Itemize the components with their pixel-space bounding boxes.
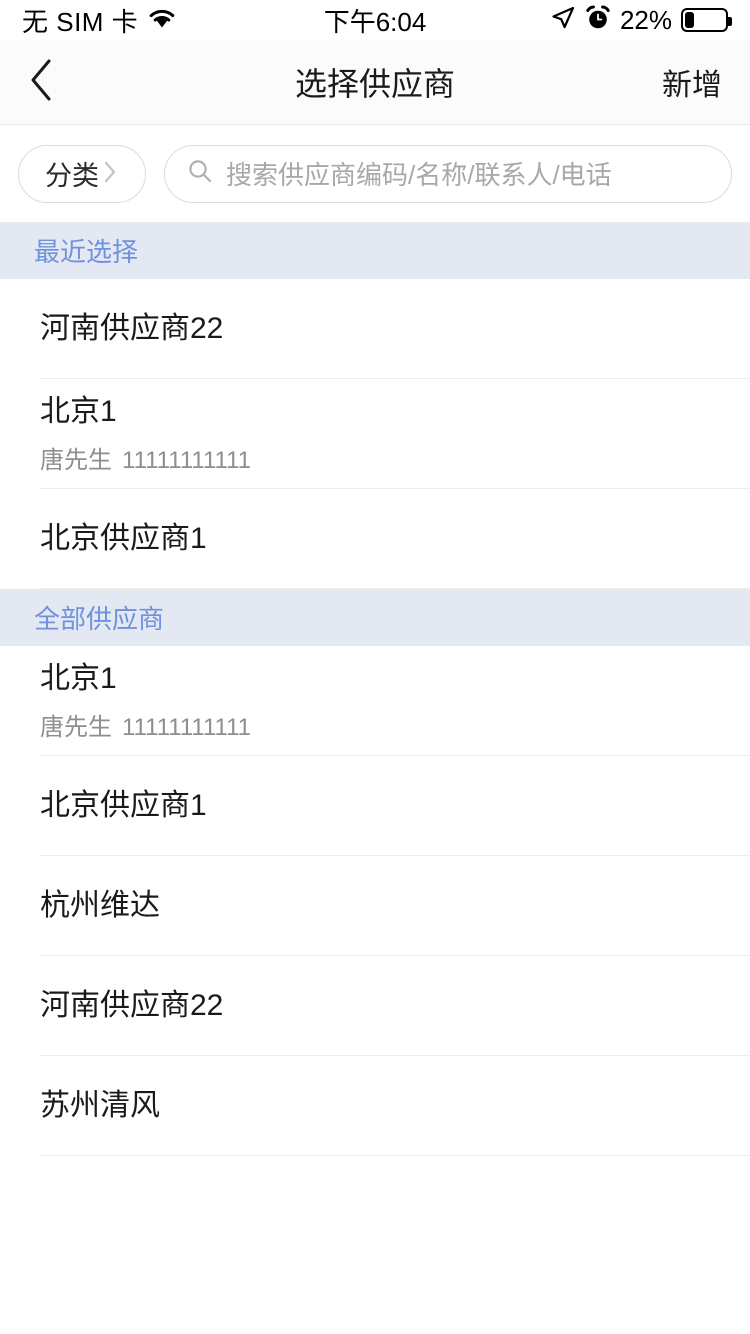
row-separator xyxy=(40,588,750,589)
supplier-row[interactable]: 北京1 唐先生 11111111111 xyxy=(0,379,750,489)
supplier-contact-name: 唐先生 xyxy=(40,446,112,474)
clock-label: 下午6:04 xyxy=(323,6,427,37)
section-header-label: 最近选择 xyxy=(34,237,139,267)
search-icon xyxy=(187,158,213,189)
nav-bar: 选择供应商 新增 xyxy=(0,40,750,125)
battery-icon xyxy=(681,8,732,32)
supplier-name: 河南供应商22 xyxy=(40,989,224,1023)
supplier-contact-phone: 11111111111 xyxy=(122,446,252,474)
supplier-row[interactable]: 北京1 唐先生 11111111111 xyxy=(0,646,750,756)
category-filter-button[interactable]: 分类 xyxy=(18,144,146,203)
supplier-name: 北京1 xyxy=(40,662,117,696)
row-separator xyxy=(40,1155,750,1156)
wifi-icon xyxy=(147,7,177,34)
supplier-contact-line: 唐先生 11111111111 xyxy=(40,440,710,475)
supplier-row[interactable]: 河南供应商22 xyxy=(0,956,750,1056)
carrier-label: 无 SIM 卡 xyxy=(22,6,139,37)
search-bar: 分类 搜索供应商编码/名称/联系人/电话 xyxy=(0,125,750,222)
supplier-list[interactable]: 最近选择 河南供应商22 北京1 唐先生 11111111111 北京供应商1 全部供应商北… xyxy=(0,222,750,1156)
search-placeholder: 搜索供应商编码/名称/联系人/电话 xyxy=(226,160,612,190)
status-bar-left: 无 SIM 卡 xyxy=(22,2,177,39)
chevron-left-icon xyxy=(28,58,54,107)
battery-fill xyxy=(685,12,694,28)
supplier-row[interactable]: 河南供应商22 xyxy=(0,279,750,379)
supplier-contact-line: 唐先生 11111111111 xyxy=(40,707,710,742)
section-header-label: 全部供应商 xyxy=(34,604,165,634)
battery-percent-label: 22% xyxy=(619,4,672,35)
supplier-contact-phone: 11111111111 xyxy=(122,713,252,741)
supplier-name: 北京供应商1 xyxy=(40,789,207,823)
supplier-row[interactable]: 北京供应商1 xyxy=(0,489,750,589)
supplier-name: 苏州清风 xyxy=(40,1089,160,1123)
section-header: 最近选择 xyxy=(0,222,750,279)
supplier-contact-name: 唐先生 xyxy=(40,713,112,741)
category-filter-label: 分类 xyxy=(45,161,99,191)
status-bar: 无 SIM 卡 下午6:04 22% xyxy=(0,0,750,40)
supplier-row[interactable]: 北京供应商1 xyxy=(0,756,750,856)
chevron-right-icon xyxy=(101,159,119,190)
supplier-name: 北京1 xyxy=(40,395,117,429)
section-header: 全部供应商 xyxy=(0,589,750,646)
supplier-name: 河南供应商22 xyxy=(40,312,224,346)
location-arrow-icon xyxy=(550,5,576,36)
back-button[interactable] xyxy=(28,53,74,111)
supplier-row[interactable]: 苏州清风 xyxy=(0,1056,750,1156)
status-bar-right: 22% xyxy=(550,4,732,36)
page-title: 选择供应商 xyxy=(294,66,455,102)
supplier-name: 杭州维达 xyxy=(40,889,160,923)
search-input[interactable]: 搜索供应商编码/名称/联系人/电话 xyxy=(164,144,732,203)
supplier-row[interactable]: 杭州维达 xyxy=(0,856,750,956)
alarm-clock-icon xyxy=(585,5,611,36)
add-supplier-button[interactable]: 新增 xyxy=(662,60,722,104)
supplier-name: 北京供应商1 xyxy=(40,522,207,556)
